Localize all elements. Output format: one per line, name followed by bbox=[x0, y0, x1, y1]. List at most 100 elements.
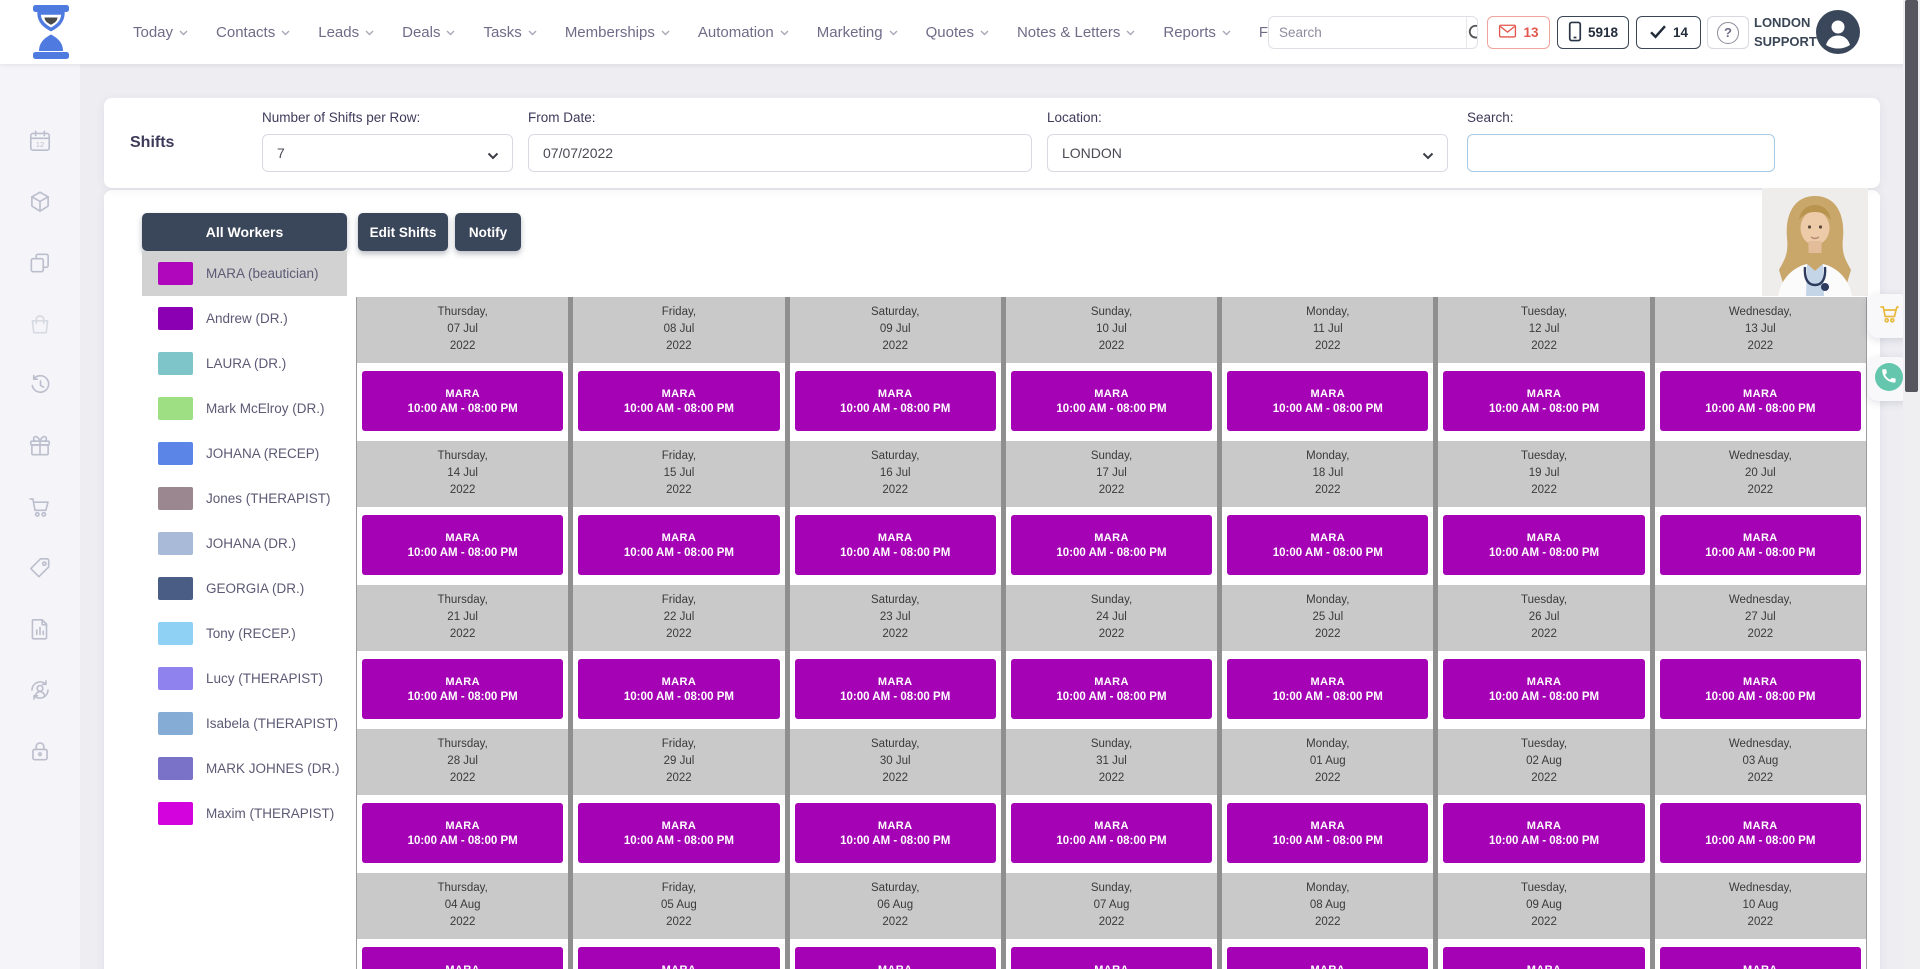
scrollbar-thumb[interactable] bbox=[1905, 0, 1918, 392]
worker-item[interactable]: Andrew (DR.) bbox=[142, 296, 347, 341]
worker-item[interactable]: Maxim (THERAPIST) bbox=[142, 791, 347, 836]
worker-item[interactable]: JOHANA (DR.) bbox=[142, 521, 347, 566]
shift-card[interactable]: MARA10:00 AM - 08:00 PM bbox=[795, 515, 996, 575]
avatar[interactable] bbox=[1816, 10, 1860, 54]
shift-card[interactable]: MARA10:00 AM - 08:00 PM bbox=[578, 659, 779, 719]
shifts-per-row-select[interactable]: 7 bbox=[262, 134, 513, 172]
day-header: Saturday,06 Aug2022 bbox=[790, 873, 1001, 939]
shift-card[interactable]: MARA10:00 AM - 08:00 PM bbox=[578, 515, 779, 575]
shift-card[interactable]: MARA10:00 AM - 08:00 PM bbox=[1011, 803, 1212, 863]
calendar-icon[interactable]: 12 bbox=[27, 128, 53, 154]
nav-item-contacts[interactable]: Contacts bbox=[216, 24, 290, 41]
shopping-bag-icon[interactable] bbox=[27, 311, 53, 337]
nav-item-notes-letters[interactable]: Notes & Letters bbox=[1017, 24, 1135, 41]
shift-card[interactable]: MARA10:00 AM - 08:00 PM bbox=[795, 947, 996, 969]
all-workers-button[interactable]: All Workers bbox=[142, 213, 347, 251]
shift-card[interactable]: MARA10:00 AM - 08:00 PM bbox=[1443, 947, 1644, 969]
day-weekday: Saturday, bbox=[871, 738, 919, 750]
account-sync-icon[interactable] bbox=[27, 677, 53, 703]
copy-icon[interactable] bbox=[27, 250, 53, 276]
day-header: Monday,01 Aug2022 bbox=[1222, 729, 1433, 795]
global-search-input[interactable] bbox=[1269, 25, 1466, 40]
filter-search-input[interactable] bbox=[1482, 145, 1760, 161]
shift-time: 10:00 AM - 08:00 PM bbox=[840, 691, 950, 703]
nav-item-quotes[interactable]: Quotes bbox=[926, 24, 989, 41]
shift-card[interactable]: MARA10:00 AM - 08:00 PM bbox=[578, 947, 779, 969]
shift-card[interactable]: MARA10:00 AM - 08:00 PM bbox=[1227, 803, 1428, 863]
shift-card[interactable]: MARA10:00 AM - 08:00 PM bbox=[1011, 659, 1212, 719]
nav-item-leads[interactable]: Leads bbox=[318, 24, 374, 41]
shift-card[interactable]: MARA10:00 AM - 08:00 PM bbox=[1011, 371, 1212, 431]
shift-card[interactable]: MARA10:00 AM - 08:00 PM bbox=[1660, 659, 1861, 719]
shift-card[interactable]: MARA10:00 AM - 08:00 PM bbox=[1011, 947, 1212, 969]
shift-card[interactable]: MARA10:00 AM - 08:00 PM bbox=[1660, 947, 1861, 969]
calls-badge[interactable]: 5918 bbox=[1557, 16, 1629, 49]
notify-button[interactable]: Notify bbox=[455, 213, 521, 251]
nav-item-deals[interactable]: Deals bbox=[402, 24, 455, 41]
worker-item[interactable]: MARK JOHNES (DR.) bbox=[142, 746, 347, 791]
edit-shifts-button[interactable]: Edit Shifts bbox=[358, 213, 448, 251]
app-logo-hourglass-icon[interactable] bbox=[28, 4, 74, 60]
shift-card[interactable]: MARA10:00 AM - 08:00 PM bbox=[362, 515, 563, 575]
messages-badge[interactable]: 13 bbox=[1487, 16, 1550, 49]
tasks-done-badge[interactable]: 14 bbox=[1636, 16, 1701, 49]
worker-item[interactable]: Jones (THERAPIST) bbox=[142, 476, 347, 521]
nav-item-reports[interactable]: Reports bbox=[1163, 24, 1231, 41]
from-date-input[interactable] bbox=[543, 145, 1017, 161]
worker-item[interactable]: Isabela (THERAPIST) bbox=[142, 701, 347, 746]
shift-card[interactable]: MARA10:00 AM - 08:00 PM bbox=[1227, 515, 1428, 575]
location-select[interactable]: LONDON bbox=[1047, 134, 1448, 172]
shift-card[interactable]: MARA10:00 AM - 08:00 PM bbox=[1227, 947, 1428, 969]
nav-item-memberships[interactable]: Memberships bbox=[565, 24, 670, 41]
price-tag-icon[interactable] bbox=[27, 555, 53, 581]
day-year: 2022 bbox=[1531, 340, 1557, 352]
shift-time: 10:00 AM - 08:00 PM bbox=[1056, 691, 1166, 703]
lock-icon[interactable] bbox=[27, 738, 53, 764]
worker-item[interactable]: JOHANA (RECEP) bbox=[142, 431, 347, 476]
shift-card[interactable]: MARA10:00 AM - 08:00 PM bbox=[362, 371, 563, 431]
report-icon[interactable] bbox=[27, 616, 53, 642]
worker-item[interactable]: Tony (RECEP.) bbox=[142, 611, 347, 656]
package-icon[interactable] bbox=[27, 189, 53, 215]
shift-card[interactable]: MARA10:00 AM - 08:00 PM bbox=[1227, 371, 1428, 431]
worker-color-swatch bbox=[158, 352, 193, 375]
day-date: 07 Jul bbox=[447, 323, 478, 335]
shift-card[interactable]: MARA10:00 AM - 08:00 PM bbox=[795, 659, 996, 719]
history-icon[interactable] bbox=[27, 372, 53, 398]
shift-card[interactable]: MARA10:00 AM - 08:00 PM bbox=[1443, 515, 1644, 575]
shift-card[interactable]: MARA10:00 AM - 08:00 PM bbox=[362, 803, 563, 863]
worker-item[interactable]: Lucy (THERAPIST) bbox=[142, 656, 347, 701]
cart-icon[interactable] bbox=[27, 494, 53, 520]
nav-item-tasks[interactable]: Tasks bbox=[483, 24, 536, 41]
shift-card[interactable]: MARA10:00 AM - 08:00 PM bbox=[578, 803, 779, 863]
shift-card[interactable]: MARA10:00 AM - 08:00 PM bbox=[1660, 515, 1861, 575]
nav-item-marketing[interactable]: Marketing bbox=[817, 24, 898, 41]
shift-card[interactable]: MARA10:00 AM - 08:00 PM bbox=[1227, 659, 1428, 719]
help-button[interactable]: ? bbox=[1707, 16, 1749, 49]
nav-item-today[interactable]: Today bbox=[133, 24, 188, 41]
day-weekday: Thursday, bbox=[438, 450, 488, 462]
shift-card[interactable]: MARA10:00 AM - 08:00 PM bbox=[578, 371, 779, 431]
gift-icon[interactable] bbox=[27, 433, 53, 459]
shift-card[interactable]: MARA10:00 AM - 08:00 PM bbox=[795, 803, 996, 863]
shift-card[interactable]: MARA10:00 AM - 08:00 PM bbox=[1443, 371, 1644, 431]
day-year: 2022 bbox=[1315, 340, 1341, 352]
shift-card[interactable]: MARA10:00 AM - 08:00 PM bbox=[1443, 803, 1644, 863]
worker-item[interactable]: LAURA (DR.) bbox=[142, 341, 347, 386]
worker-item[interactable]: Mark McElroy (DR.) bbox=[142, 386, 347, 431]
scrollbar-track[interactable] bbox=[1903, 0, 1920, 969]
day-date: 25 Jul bbox=[1312, 611, 1343, 623]
shift-card[interactable]: MARA10:00 AM - 08:00 PM bbox=[1660, 371, 1861, 431]
shift-card[interactable]: MARA10:00 AM - 08:00 PM bbox=[1011, 515, 1212, 575]
shift-card[interactable]: MARA10:00 AM - 08:00 PM bbox=[795, 371, 996, 431]
shift-card[interactable]: MARA10:00 AM - 08:00 PM bbox=[1660, 803, 1861, 863]
day-header: Thursday,07 Jul2022 bbox=[357, 297, 568, 363]
worker-item[interactable]: GEORGIA (DR.) bbox=[142, 566, 347, 611]
shift-card[interactable]: MARA10:00 AM - 08:00 PM bbox=[362, 947, 563, 969]
shift-card[interactable]: MARA10:00 AM - 08:00 PM bbox=[362, 659, 563, 719]
worker-item[interactable]: MARA (beautician) bbox=[142, 251, 347, 296]
search-icon[interactable] bbox=[1466, 17, 1478, 48]
shift-card[interactable]: MARA10:00 AM - 08:00 PM bbox=[1443, 659, 1644, 719]
nav-item-automation[interactable]: Automation bbox=[698, 24, 789, 41]
day-weekday: Wednesday, bbox=[1729, 306, 1792, 318]
